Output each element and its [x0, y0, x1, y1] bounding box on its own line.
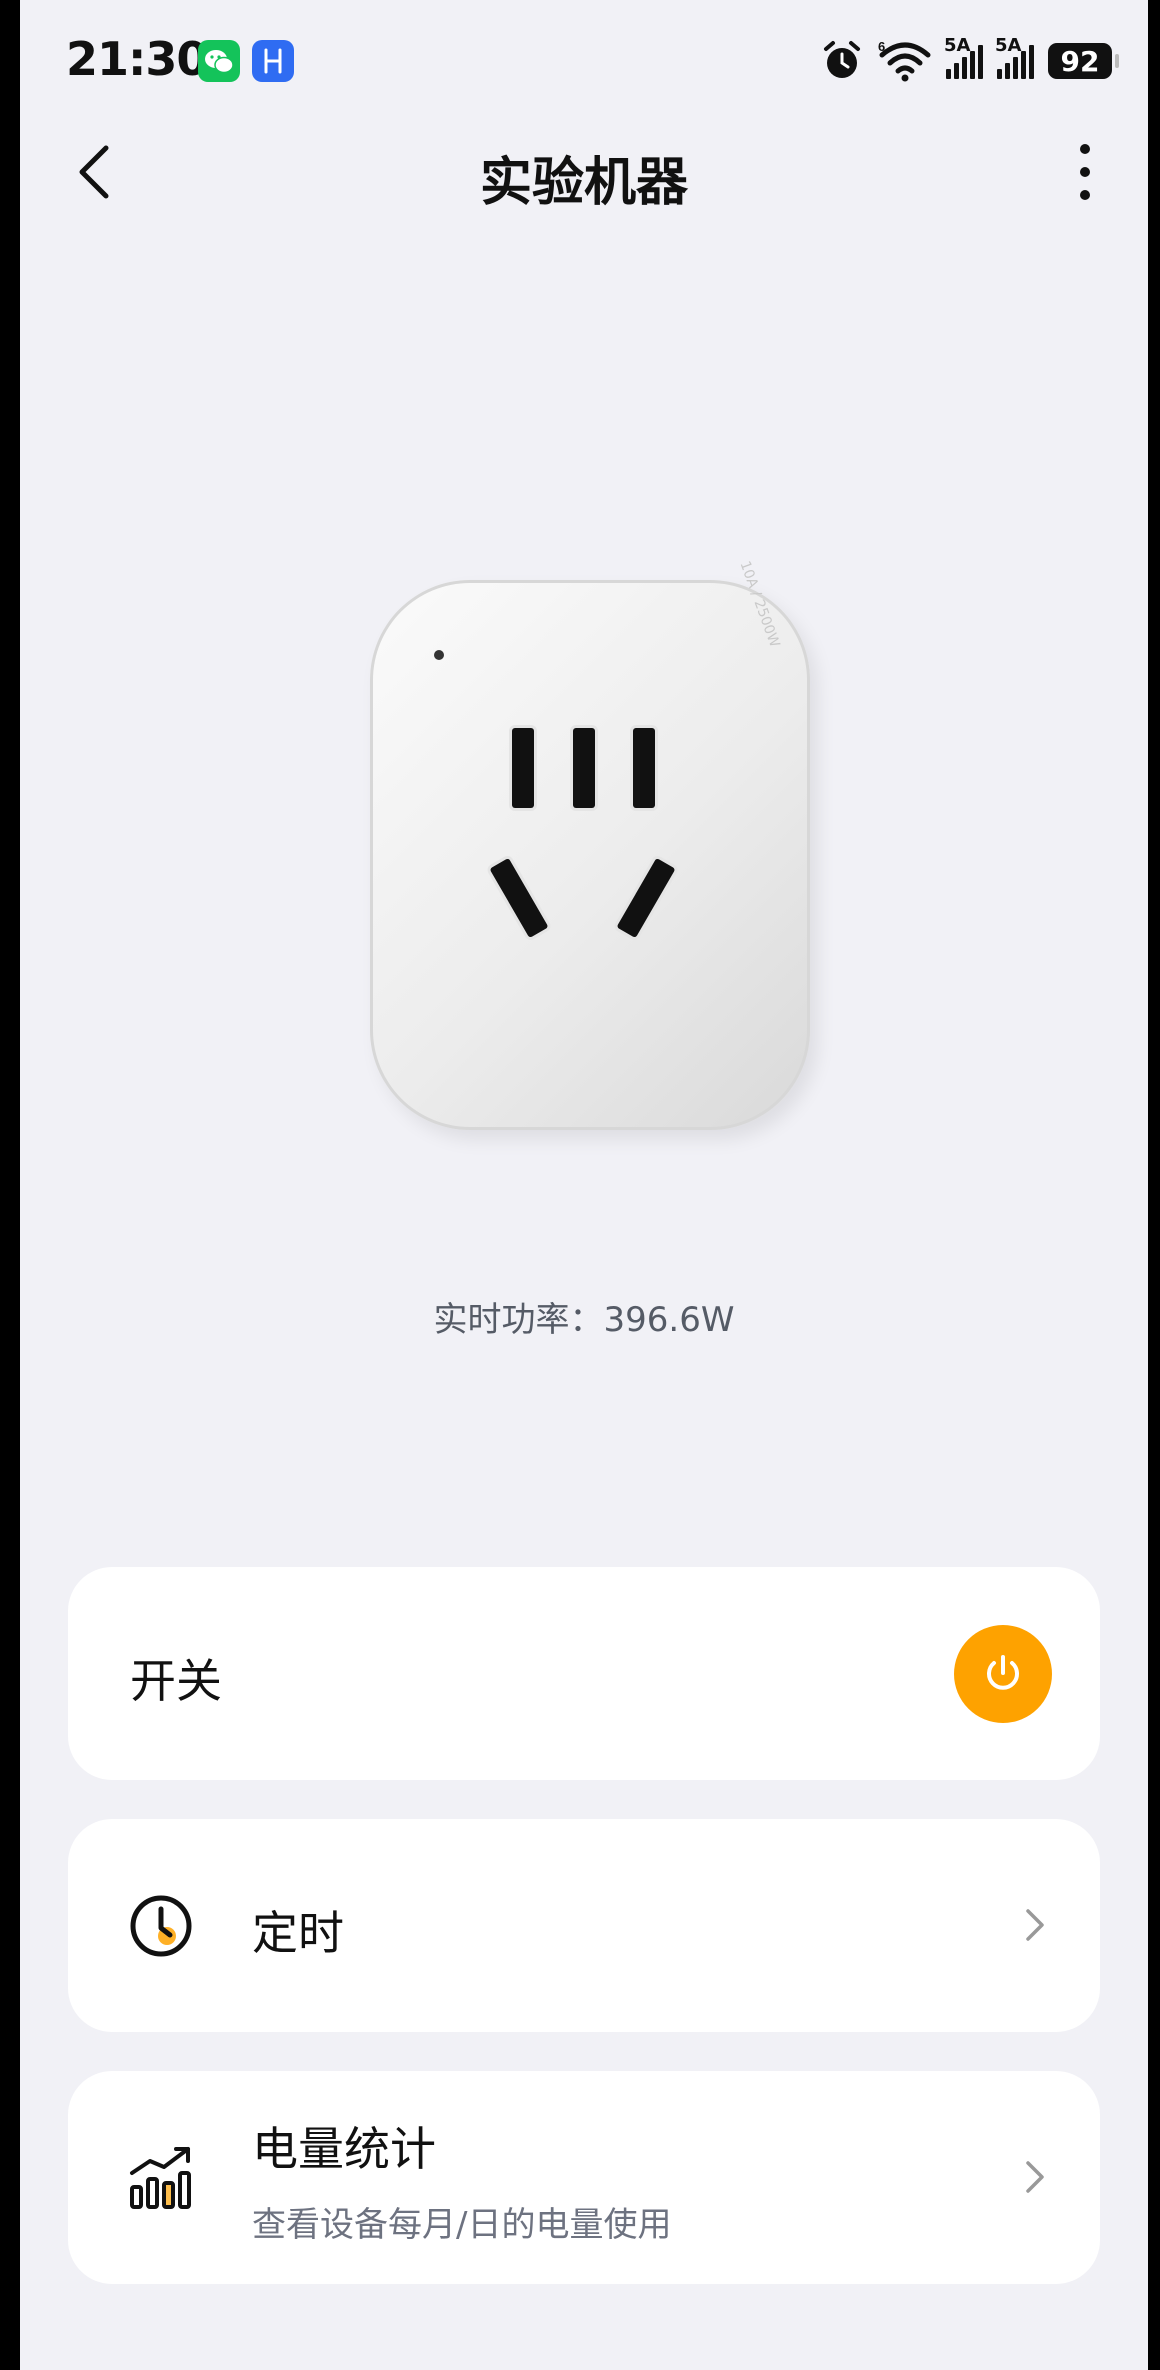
wechat-icon — [198, 40, 240, 82]
power-icon — [987, 1655, 1019, 1690]
socket-slot — [616, 857, 676, 939]
bar-chart-trend-icon — [130, 2147, 191, 2209]
plug-body: 10A / 2500W — [370, 559, 810, 1130]
top-app-bar: 实验机器 — [20, 120, 1148, 230]
energy-stats-subtitle: 查看设备每月/日的电量使用 — [252, 2205, 672, 2245]
switch-label: 开关 — [130, 1654, 222, 1708]
status-led — [434, 650, 444, 660]
socket-slot — [573, 728, 595, 808]
more-options-button[interactable] — [1070, 144, 1100, 200]
plug-rating-text: 10A / 2500W — [736, 558, 782, 650]
timer-label: 定时 — [252, 1906, 344, 1960]
page-title: 实验机器 — [479, 153, 688, 213]
alarm-icon — [824, 41, 860, 78]
status-time: 21:30 — [66, 32, 208, 86]
svg-text:6: 6 — [878, 39, 885, 54]
chevron-right-icon — [1026, 1909, 1044, 1941]
more-dot — [1080, 144, 1090, 154]
signal-icon: 5A — [995, 35, 1034, 79]
wifi-icon: 6 — [878, 39, 931, 82]
smart-plug-image: 10A / 2500W — [370, 559, 810, 1130]
socket-slot — [489, 857, 549, 939]
app-screen: 21:30 6 5A 5A 92 实验机器 10A / 2500W 实时功率：3… — [20, 0, 1148, 2370]
clock-icon — [130, 1895, 192, 1957]
status-icons: 6 5A 5A 92 — [820, 35, 1119, 86]
energy-stats-card[interactable]: 电量统计 查看设备每月/日的电量使用 — [68, 2071, 1100, 2284]
more-dot — [1080, 167, 1090, 177]
switch-card: 开关 — [68, 1567, 1100, 1780]
signal-icon: 5A — [944, 35, 983, 79]
app-h-icon — [252, 40, 294, 82]
power-toggle-button[interactable] — [954, 1625, 1052, 1723]
realtime-power: 实时功率：396.6W — [433, 1300, 735, 1340]
status-bar: 21:30 6 5A 5A 92 — [20, 0, 1148, 120]
timer-card[interactable]: 定时 — [68, 1819, 1100, 2032]
energy-stats-label: 电量统计 — [252, 2122, 436, 2176]
more-dot — [1080, 190, 1090, 200]
socket-slot — [633, 728, 655, 808]
battery-icon: 92 — [1048, 43, 1119, 79]
chevron-right-icon — [1026, 2161, 1044, 2193]
socket-slot — [512, 728, 534, 808]
